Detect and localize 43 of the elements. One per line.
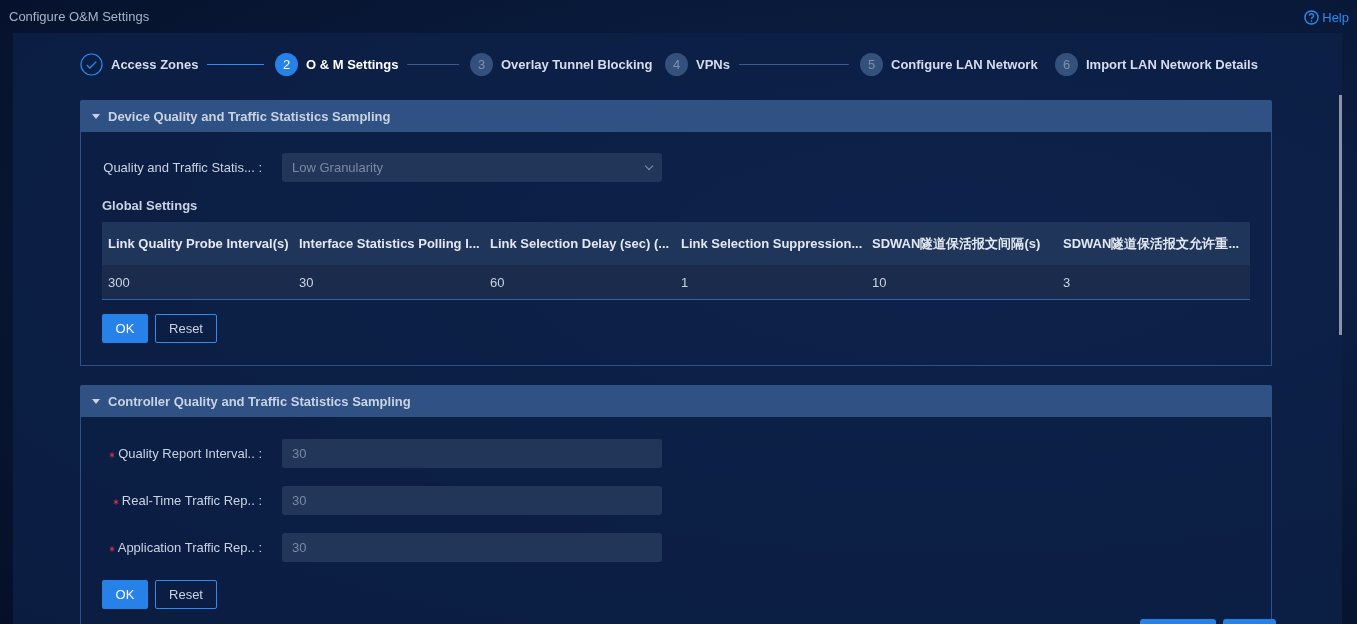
field-label: Application Traffic Rep.. : bbox=[117, 540, 262, 555]
column-header: SDWAN隧道保活报文允许重... bbox=[1062, 234, 1241, 253]
wizard-step[interactable]: 2 O & M Settings bbox=[275, 52, 399, 76]
window-title: Configure O&M Settings bbox=[9, 8, 150, 24]
wizard-step[interactable]: Access Zones bbox=[80, 52, 199, 76]
table-cell-text: 60 bbox=[489, 274, 506, 290]
help-icon bbox=[1304, 9, 1320, 25]
wizard-step[interactable]: 4 VPNs bbox=[665, 52, 730, 76]
scrollbar[interactable] bbox=[1339, 95, 1342, 335]
footer-button[interactable] bbox=[1140, 619, 1216, 624]
ok-button[interactable]: OK bbox=[102, 580, 148, 609]
dropdown[interactable]: Low Granularity bbox=[282, 153, 662, 182]
column-header: Interface Statistics Polling I... bbox=[298, 236, 481, 251]
column-header: Link Selection Suppression... bbox=[680, 236, 864, 251]
field-label: Quality Report Interval.. : bbox=[118, 446, 262, 461]
wizard-step[interactable]: 6 Import LAN Network Details bbox=[1055, 52, 1258, 76]
caret-icon bbox=[92, 113, 100, 119]
table-cell-text: 1 bbox=[680, 274, 690, 290]
column-header: SDWAN隧道保活报文间隔(s) bbox=[871, 234, 1042, 253]
section-header[interactable]: Controller Quality and Traffic Statistics Sampling bbox=[80, 385, 1272, 417]
column-header: Link Quality Probe Interval(s) bbox=[107, 236, 290, 251]
table-cell-text: 30 bbox=[298, 274, 315, 290]
caret-icon bbox=[92, 398, 100, 404]
table-cell-text: 3 bbox=[1062, 274, 1072, 290]
footer-button[interactable] bbox=[1223, 619, 1276, 624]
column-header: Link Selection Delay (sec) (... bbox=[489, 236, 671, 251]
wizard-step[interactable]: 3 Overlay Tunnel Blocking bbox=[470, 52, 653, 76]
table-cell-text: 10 bbox=[871, 274, 888, 290]
subheading: Global Settings bbox=[102, 198, 199, 213]
section-title: Device Quality and Traffic Statistics Sampling bbox=[108, 108, 391, 124]
reset-button[interactable]: Reset bbox=[155, 314, 217, 343]
field-label: Real-Time Traffic Rep.. : bbox=[121, 493, 262, 508]
table-cell-text: 300 bbox=[107, 274, 131, 290]
reset-button[interactable]: Reset bbox=[155, 580, 217, 609]
input-field[interactable]: 30 bbox=[282, 439, 662, 468]
input-field[interactable]: 30 bbox=[282, 533, 662, 562]
section-header[interactable]: Device Quality and Traffic Statistics Sampling bbox=[80, 100, 1272, 132]
wizard-step[interactable]: 5 Configure LAN Network bbox=[860, 52, 1038, 76]
field-label: Quality and Traffic Statis... : bbox=[103, 160, 262, 175]
ok-button[interactable]: OK bbox=[102, 314, 148, 343]
section-title: Controller Quality and Traffic Statistics Sampling bbox=[108, 393, 411, 409]
input-field[interactable]: 30 bbox=[282, 486, 662, 515]
help-link[interactable]: Help bbox=[1304, 9, 1349, 25]
